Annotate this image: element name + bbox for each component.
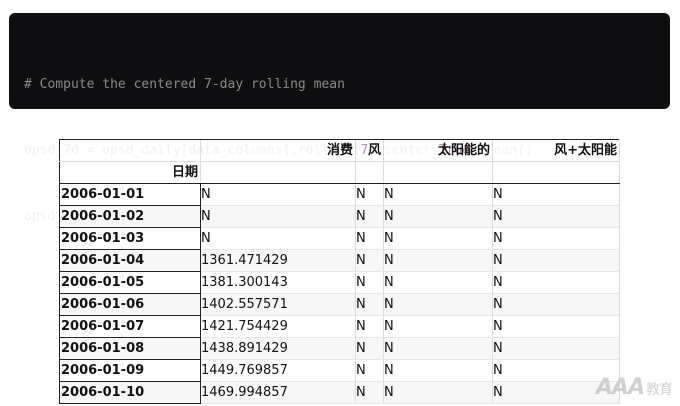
table-row: 2006-01-04 1361.471429 N N N bbox=[59, 249, 620, 272]
cell-wind: N bbox=[355, 337, 384, 360]
table-row: 2006-01-07 1421.754429 N N N bbox=[59, 315, 620, 338]
cell-consumption: 1438.891429 bbox=[200, 337, 356, 360]
corner-cell bbox=[59, 139, 201, 162]
column-header: 风 bbox=[355, 139, 384, 162]
cell-consumption: 1449.769857 bbox=[200, 359, 356, 382]
cell-consumption: N bbox=[200, 227, 356, 250]
table-row: 2006-01-06 1402.557571 N N N bbox=[59, 293, 620, 316]
code-comment: # Compute the centered 7-day rolling mea… bbox=[24, 77, 345, 92]
watermark-sub: 教育 bbox=[646, 382, 673, 398]
notebook-output: # Compute the centered 7-day rolling mea… bbox=[0, 0, 680, 406]
row-index-date: 2006-01-02 bbox=[59, 205, 201, 228]
cell-consumption: 1402.557571 bbox=[200, 293, 356, 316]
cell-wind: N bbox=[355, 227, 384, 250]
cell-wind-solar: N bbox=[492, 183, 620, 206]
row-index-date: 2006-01-01 bbox=[59, 183, 201, 206]
table-row: 2006-01-02 N N N N bbox=[59, 205, 620, 228]
cell-consumption: 1421.754429 bbox=[200, 315, 356, 338]
cell-consumption: 1361.471429 bbox=[200, 249, 356, 272]
row-index-date: 2006-01-09 bbox=[59, 359, 201, 382]
column-header: 风+太阳能 bbox=[492, 139, 620, 162]
cell-solar: N bbox=[383, 205, 493, 228]
row-index-date: 2006-01-08 bbox=[59, 337, 201, 360]
table-row: 2006-01-09 1449.769857 N N N bbox=[59, 359, 620, 382]
cell-solar: N bbox=[383, 293, 493, 316]
table-row: 2006-01-01 N N N N bbox=[59, 183, 620, 206]
code-line-comment: # Compute the centered 7-day rolling mea… bbox=[24, 74, 670, 96]
empty-header-cell bbox=[383, 161, 493, 184]
cell-wind-solar: N bbox=[492, 271, 620, 294]
code-cell[interactable]: # Compute the centered 7-day rolling mea… bbox=[9, 13, 670, 224]
cell-solar: N bbox=[383, 249, 493, 272]
cell-wind: N bbox=[355, 249, 384, 272]
cell-consumption: N bbox=[200, 205, 356, 228]
column-header-row: 消费 风 太阳能的 风+太阳能 bbox=[59, 139, 620, 162]
cell-solar: N bbox=[383, 183, 493, 206]
cell-solar: N bbox=[383, 359, 493, 382]
cell-wind: N bbox=[355, 271, 384, 294]
cell-consumption: N bbox=[200, 183, 356, 206]
row-index-date: 2006-01-03 bbox=[59, 227, 201, 250]
cell-wind-solar: N bbox=[492, 249, 620, 272]
cell-wind-solar: N bbox=[492, 293, 620, 316]
cell-wind-solar: N bbox=[492, 315, 620, 338]
cell-wind-solar: N bbox=[492, 227, 620, 250]
index-name: 日期 bbox=[59, 161, 201, 184]
cell-solar: N bbox=[383, 227, 493, 250]
cell-consumption: 1469.994857 bbox=[200, 381, 356, 404]
table-row: 2006-01-03 N N N N bbox=[59, 227, 620, 250]
row-index-date: 2006-01-06 bbox=[59, 293, 201, 316]
row-index-date: 2006-01-10 bbox=[59, 381, 201, 404]
cell-wind: N bbox=[355, 183, 384, 206]
cell-wind: N bbox=[355, 359, 384, 382]
column-header: 消费 bbox=[200, 139, 356, 162]
row-index-date: 2006-01-05 bbox=[59, 271, 201, 294]
row-index-date: 2006-01-04 bbox=[59, 249, 201, 272]
table-row: 2006-01-05 1381.300143 N N N bbox=[59, 271, 620, 294]
cell-wind: N bbox=[355, 205, 384, 228]
cell-consumption: 1381.300143 bbox=[200, 271, 356, 294]
cell-wind-solar: N bbox=[492, 337, 620, 360]
cell-solar: N bbox=[383, 271, 493, 294]
empty-header-cell bbox=[200, 161, 356, 184]
cell-wind: N bbox=[355, 381, 384, 404]
row-index-date: 2006-01-07 bbox=[59, 315, 201, 338]
cell-solar: N bbox=[383, 337, 493, 360]
table-row: 2006-01-08 1438.891429 N N N bbox=[59, 337, 620, 360]
empty-header-cell bbox=[355, 161, 384, 184]
cell-wind: N bbox=[355, 293, 384, 316]
dataframe-table: 消费 风 太阳能的 风+太阳能 日期 2006-01-01 N N N N 20… bbox=[59, 139, 620, 404]
cell-solar: N bbox=[383, 315, 493, 338]
watermark-main: AAA bbox=[595, 375, 645, 400]
column-header: 太阳能的 bbox=[383, 139, 493, 162]
empty-header-cell bbox=[492, 161, 620, 184]
watermark-logo: AAA 教育 bbox=[595, 375, 673, 400]
cell-wind-solar: N bbox=[492, 205, 620, 228]
cell-solar: N bbox=[383, 381, 493, 404]
index-name-row: 日期 bbox=[59, 161, 620, 184]
table-row: 2006-01-10 1469.994857 N N N bbox=[59, 381, 620, 404]
cell-wind: N bbox=[355, 315, 384, 338]
